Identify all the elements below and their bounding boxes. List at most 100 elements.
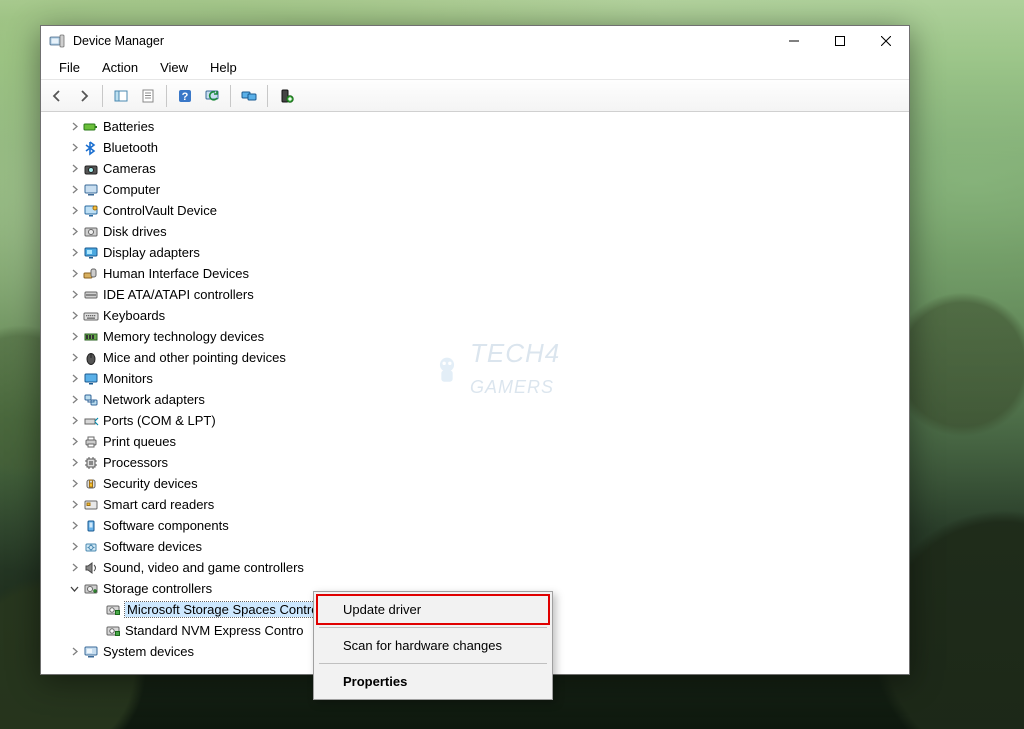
tree-item-label: Memory technology devices: [103, 329, 264, 344]
device-category[interactable]: ControlVault Device: [49, 200, 909, 221]
show-hide-tree-button[interactable]: [109, 84, 133, 108]
nav-back-button[interactable]: [45, 84, 69, 108]
computer-icon: [83, 182, 99, 198]
printer-icon: [83, 434, 99, 450]
device-category[interactable]: Computer: [49, 179, 909, 200]
menu-action[interactable]: Action: [94, 58, 146, 77]
expand-icon[interactable]: [67, 225, 81, 239]
device-tree[interactable]: Batteries Bluetooth Cameras Computer Control…: [41, 112, 909, 674]
ctx-scan-hardware[interactable]: Scan for hardware changes: [317, 631, 549, 660]
expand-icon[interactable]: [67, 204, 81, 218]
device-category[interactable]: Processors: [49, 452, 909, 473]
device-category[interactable]: Sound, video and game controllers: [49, 557, 909, 578]
tree-item-label: Microsoft Storage Spaces Controller: [125, 602, 338, 617]
menu-help[interactable]: Help: [202, 58, 245, 77]
mouse-icon: [83, 350, 99, 366]
device-category[interactable]: Network adapters: [49, 389, 909, 410]
hid-icon: [83, 266, 99, 282]
context-menu-separator: [319, 663, 547, 664]
expand-icon[interactable]: [67, 498, 81, 512]
titlebar: Device Manager: [41, 26, 909, 56]
tree-item-label: Bluetooth: [103, 140, 158, 155]
properties-button[interactable]: [136, 84, 160, 108]
expand-icon[interactable]: [67, 288, 81, 302]
toolbar-separator: [166, 85, 167, 107]
device-category[interactable]: Monitors: [49, 368, 909, 389]
maximize-button[interactable]: [817, 26, 863, 56]
ctx-properties[interactable]: Properties: [317, 667, 549, 696]
tree-item-label: Smart card readers: [103, 497, 214, 512]
collapse-icon[interactable]: [67, 582, 81, 596]
monitors-button[interactable]: [237, 84, 261, 108]
device-category[interactable]: Smart card readers: [49, 494, 909, 515]
tree-item-label: Processors: [103, 455, 168, 470]
device-category[interactable]: Display adapters: [49, 242, 909, 263]
tree-item-label: Standard NVM Express Contro: [125, 623, 303, 638]
device-category[interactable]: Software components: [49, 515, 909, 536]
tree-item-label: Software devices: [103, 539, 202, 554]
cpu-icon: [83, 455, 99, 471]
device-category[interactable]: Ports (COM & LPT): [49, 410, 909, 431]
device-category[interactable]: Memory technology devices: [49, 326, 909, 347]
expand-icon[interactable]: [67, 519, 81, 533]
tree-item-label: Display adapters: [103, 245, 200, 260]
expand-icon[interactable]: [67, 267, 81, 281]
ide-icon: [83, 287, 99, 303]
device-category[interactable]: Print queues: [49, 431, 909, 452]
tree-item-label: Computer: [103, 182, 160, 197]
storage-ctrl-icon: [105, 623, 121, 639]
network-icon: [83, 392, 99, 408]
device-category[interactable]: Batteries: [49, 116, 909, 137]
expand-icon[interactable]: [67, 141, 81, 155]
camera-icon: [83, 161, 99, 177]
expand-icon[interactable]: [67, 456, 81, 470]
expand-icon[interactable]: [67, 162, 81, 176]
storage-ctrl-icon: [105, 602, 121, 618]
scan-hardware-button[interactable]: [200, 84, 224, 108]
tree-item-label: Sound, video and game controllers: [103, 560, 304, 575]
expand-icon[interactable]: [67, 435, 81, 449]
tree-item-label: ControlVault Device: [103, 203, 217, 218]
tree-item-label: Storage controllers: [103, 581, 212, 596]
device-category[interactable]: Human Interface Devices: [49, 263, 909, 284]
expand-icon[interactable]: [67, 183, 81, 197]
expand-icon: [89, 624, 103, 638]
device-category[interactable]: Software devices: [49, 536, 909, 557]
security-icon: [83, 476, 99, 492]
expand-icon[interactable]: [67, 372, 81, 386]
help-button[interactable]: [173, 84, 197, 108]
expand-icon[interactable]: [67, 246, 81, 260]
expand-icon[interactable]: [67, 120, 81, 134]
device-category[interactable]: Disk drives: [49, 221, 909, 242]
expand-icon[interactable]: [67, 330, 81, 344]
add-legacy-button[interactable]: [274, 84, 298, 108]
context-menu: Update driver Scan for hardware changes Pr…: [313, 591, 553, 700]
device-category[interactable]: IDE ATA/ATAPI controllers: [49, 284, 909, 305]
close-button[interactable]: [863, 26, 909, 56]
expand-icon[interactable]: [67, 309, 81, 323]
device-category[interactable]: Mice and other pointing devices: [49, 347, 909, 368]
menu-file[interactable]: File: [51, 58, 88, 77]
menu-view[interactable]: View: [152, 58, 196, 77]
tree-item-label: Mice and other pointing devices: [103, 350, 286, 365]
system-icon: [83, 644, 99, 660]
minimize-button[interactable]: [771, 26, 817, 56]
device-category[interactable]: Keyboards: [49, 305, 909, 326]
tree-item-label: Monitors: [103, 371, 153, 386]
expand-icon[interactable]: [67, 645, 81, 659]
expand-icon[interactable]: [67, 414, 81, 428]
tree-item-label: Ports (COM & LPT): [103, 413, 216, 428]
expand-icon[interactable]: [67, 477, 81, 491]
tree-item-label: Human Interface Devices: [103, 266, 249, 281]
context-menu-separator: [319, 627, 547, 628]
ctx-update-driver[interactable]: Update driver: [317, 595, 549, 624]
device-category[interactable]: Security devices: [49, 473, 909, 494]
nav-forward-button[interactable]: [72, 84, 96, 108]
expand-icon[interactable]: [67, 393, 81, 407]
menubar: File Action View Help: [41, 56, 909, 80]
expand-icon[interactable]: [67, 561, 81, 575]
expand-icon[interactable]: [67, 540, 81, 554]
expand-icon[interactable]: [67, 351, 81, 365]
device-category[interactable]: Cameras: [49, 158, 909, 179]
device-category[interactable]: Bluetooth: [49, 137, 909, 158]
